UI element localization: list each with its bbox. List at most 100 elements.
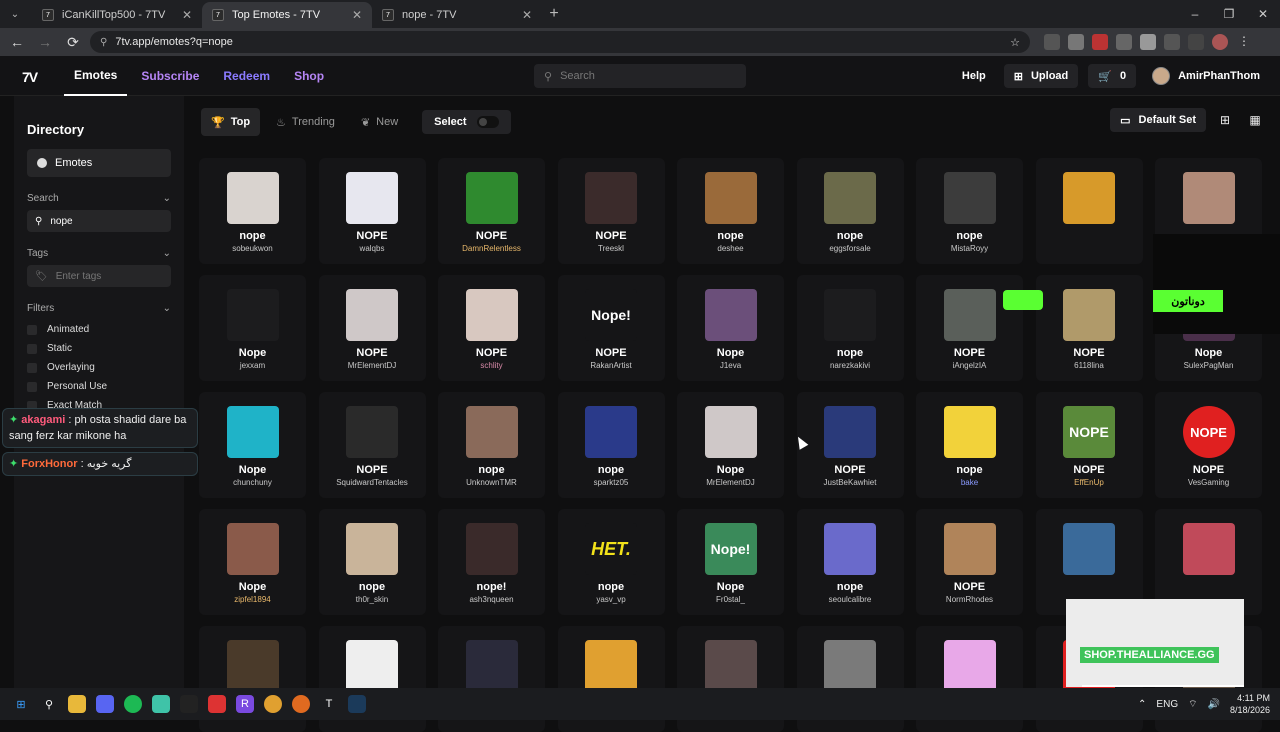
steam-icon[interactable] — [348, 695, 366, 713]
emote-card[interactable]: NOPE NOPE EffEnUp — [1035, 392, 1143, 498]
cart-button[interactable]: 🛒 0 — [1088, 64, 1137, 88]
discord-icon[interactable] — [96, 695, 114, 713]
nav-redeem[interactable]: Redeem — [223, 57, 270, 95]
emote-card[interactable]: nope deshee — [677, 158, 784, 264]
emote-author[interactable]: bake — [961, 478, 978, 487]
emote-author[interactable]: chunchuny — [233, 478, 272, 487]
clock[interactable]: 4:11 PM 8/18/2026 — [1230, 692, 1270, 716]
filters-section-header[interactable]: Filters ⌄ — [27, 303, 171, 314]
emote-author[interactable]: Treeskl — [598, 244, 624, 253]
emote-card[interactable]: nope narezkakivi — [796, 275, 904, 381]
emote-card[interactable]: nope sobeukwon — [199, 158, 306, 264]
filter-option[interactable]: Overlaying — [27, 358, 171, 377]
emote-card[interactable]: nope th0r_skin — [318, 509, 426, 615]
file-explorer-icon[interactable] — [68, 695, 86, 713]
checkbox[interactable] — [27, 324, 37, 335]
close-tab-icon[interactable]: ✕ — [522, 8, 532, 22]
emote-author[interactable]: 6118lina — [1074, 361, 1104, 370]
seventv-logo[interactable]: 7V — [22, 69, 40, 85]
extension-icon[interactable] — [1092, 34, 1108, 50]
emote-card[interactable]: NOPE 6118lina — [1035, 275, 1143, 381]
emote-author[interactable]: NormRhodes — [946, 595, 993, 604]
directory-item-emotes[interactable]: Emotes — [27, 149, 171, 177]
emote-card[interactable]: HET. nope yasv_vp — [557, 509, 665, 615]
extension-icon[interactable] — [1116, 34, 1132, 50]
emote-card[interactable]: Nope MrElementDJ — [677, 392, 784, 498]
emote-card[interactable]: NOPE SquidwardTentacles — [318, 392, 426, 498]
emote-author[interactable]: RakanArtist — [590, 361, 631, 370]
search-section-header[interactable]: Search ⌄ — [27, 193, 171, 204]
toggle-switch[interactable] — [476, 116, 499, 128]
tray-chevron-icon[interactable]: ⌃ — [1138, 699, 1146, 710]
emote-author[interactable]: schlity — [480, 361, 502, 370]
app-icon[interactable] — [152, 695, 170, 713]
emote-card[interactable]: nope eggsforsale — [796, 158, 904, 264]
emote-search-input[interactable]: ⚲ nope — [27, 210, 171, 232]
emote-author[interactable]: JustBeKawhiet — [824, 478, 877, 487]
emote-author[interactable]: SquidwardTentacles — [336, 478, 408, 487]
emote-author[interactable]: jexxam — [240, 361, 265, 370]
emote-author[interactable]: VesGaming — [1188, 478, 1229, 487]
filter-option[interactable]: Static — [27, 339, 171, 358]
checkbox[interactable] — [27, 343, 37, 354]
browser-tab[interactable]: 7 Top Emotes - 7TV ✕ — [202, 2, 372, 28]
maximize-button[interactable]: ❐ — [1212, 0, 1246, 28]
emote-author[interactable]: EffEnUp — [1074, 478, 1104, 487]
chrome-icon[interactable] — [264, 695, 282, 713]
emote-card[interactable]: NOPE Treeskl — [557, 158, 665, 264]
sidepanel-icon[interactable] — [1188, 34, 1204, 50]
minimize-button[interactable]: – — [1178, 0, 1212, 28]
app-icon[interactable] — [180, 695, 198, 713]
emote-card[interactable]: NOPE MrElementDJ — [318, 275, 426, 381]
emote-card[interactable]: NOPE DamnRelentless — [438, 158, 545, 264]
bookmark-star-icon[interactable]: ☆ — [1010, 36, 1020, 49]
browser-tab[interactable]: 7 iCanKillTop500 - 7TV ✕ — [32, 2, 202, 28]
emote-card[interactable]: NOPE JustBeKawhiet — [796, 392, 904, 498]
emote-card[interactable]: Nope jexxam — [199, 275, 306, 381]
emote-author[interactable]: MrElementDJ — [706, 478, 754, 487]
spotify-icon[interactable] — [124, 695, 142, 713]
emote-author[interactable]: iAngelzIA — [953, 361, 987, 370]
reload-button[interactable]: ⟳ — [62, 31, 84, 53]
profile-avatar-icon[interactable] — [1212, 34, 1228, 50]
emote-card[interactable]: nope! ash3nqueen — [438, 509, 545, 615]
puzzle-icon[interactable] — [1164, 34, 1180, 50]
emote-author[interactable]: zipfel1894 — [234, 595, 270, 604]
wifi-icon[interactable]: ⌔ — [1188, 698, 1197, 711]
emote-author[interactable]: DamnRelentless — [462, 244, 521, 253]
app-icon[interactable] — [208, 695, 226, 713]
extension-icon[interactable] — [1044, 34, 1060, 50]
tab-top[interactable]: 🏆 Top — [201, 108, 261, 136]
site-info-icon[interactable]: ⚲ — [100, 37, 107, 48]
firefox-icon[interactable] — [292, 695, 310, 713]
emote-card[interactable]: Nope! Nope Fr0stal_ — [677, 509, 784, 615]
tags-input[interactable]: 🏷 Enter tags — [27, 265, 171, 287]
emote-author[interactable]: SulexPagMan — [1184, 361, 1234, 370]
select-toggle[interactable]: Select — [422, 110, 511, 134]
checkbox[interactable] — [27, 381, 37, 392]
forward-button[interactable]: → — [34, 31, 56, 53]
start-icon[interactable]: ⊞ — [12, 695, 30, 713]
grid-small-view-icon[interactable]: ▦ — [1244, 109, 1266, 131]
emote-author[interactable]: Fr0stal_ — [716, 595, 745, 604]
default-set-button[interactable]: ▭ Default Set — [1110, 108, 1206, 132]
emote-author[interactable]: narezkakivi — [830, 361, 870, 370]
app-icon[interactable]: R — [236, 695, 254, 713]
emote-card[interactable]: nope UnknownTMR — [438, 392, 545, 498]
emote-card[interactable]: nope bake — [916, 392, 1023, 498]
close-tab-icon[interactable]: ✕ — [182, 8, 192, 22]
kebab-menu-icon[interactable]: ⋮ — [1236, 34, 1252, 50]
nav-shop[interactable]: Shop — [294, 57, 324, 95]
emote-card[interactable]: NOPE schlity — [438, 275, 545, 381]
emote-card[interactable]: nope sparktz05 — [557, 392, 665, 498]
user-menu[interactable]: AmirPhanThom — [1152, 67, 1260, 85]
emote-author[interactable]: MistaRoyy — [951, 244, 988, 253]
emote-author[interactable]: MrElementDJ — [348, 361, 396, 370]
close-tab-icon[interactable]: ✕ — [352, 8, 362, 22]
emote-author[interactable]: sparktz05 — [594, 478, 629, 487]
emote-author[interactable]: walqbs — [360, 244, 385, 253]
emote-author[interactable]: seoulcalibre — [829, 595, 872, 604]
emote-author[interactable]: UnknownTMR — [466, 478, 517, 487]
global-search-input[interactable]: ⚲ Search — [534, 64, 746, 88]
emote-card[interactable]: Nope J1eva — [677, 275, 784, 381]
